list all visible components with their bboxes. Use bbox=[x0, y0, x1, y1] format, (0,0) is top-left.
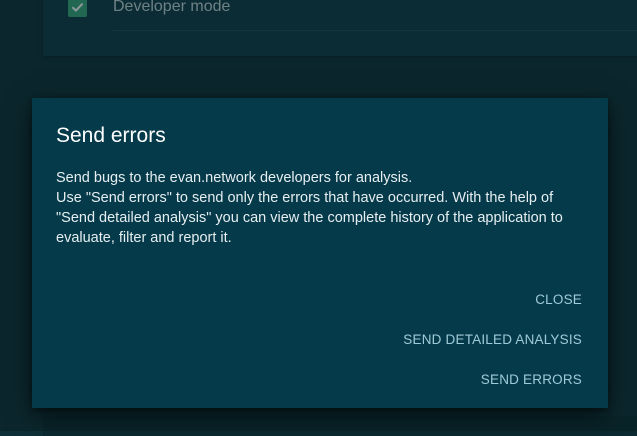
close-button[interactable]: CLOSE bbox=[535, 292, 582, 308]
send-errors-dialog: Send errors Send bugs to the evan.networ… bbox=[32, 98, 608, 408]
dialog-body-line-1: Send bugs to the evan.network developers… bbox=[56, 170, 413, 186]
dialog-body: Send bugs to the evan.network developers… bbox=[56, 168, 586, 248]
send-errors-button[interactable]: SEND ERRORS bbox=[481, 372, 582, 388]
dialog-body-line-2: Use "Send errors" to send only the error… bbox=[56, 190, 563, 246]
send-detailed-analysis-button[interactable]: SEND DETAILED ANALYSIS bbox=[403, 332, 582, 348]
dialog-title: Send errors bbox=[56, 124, 166, 147]
